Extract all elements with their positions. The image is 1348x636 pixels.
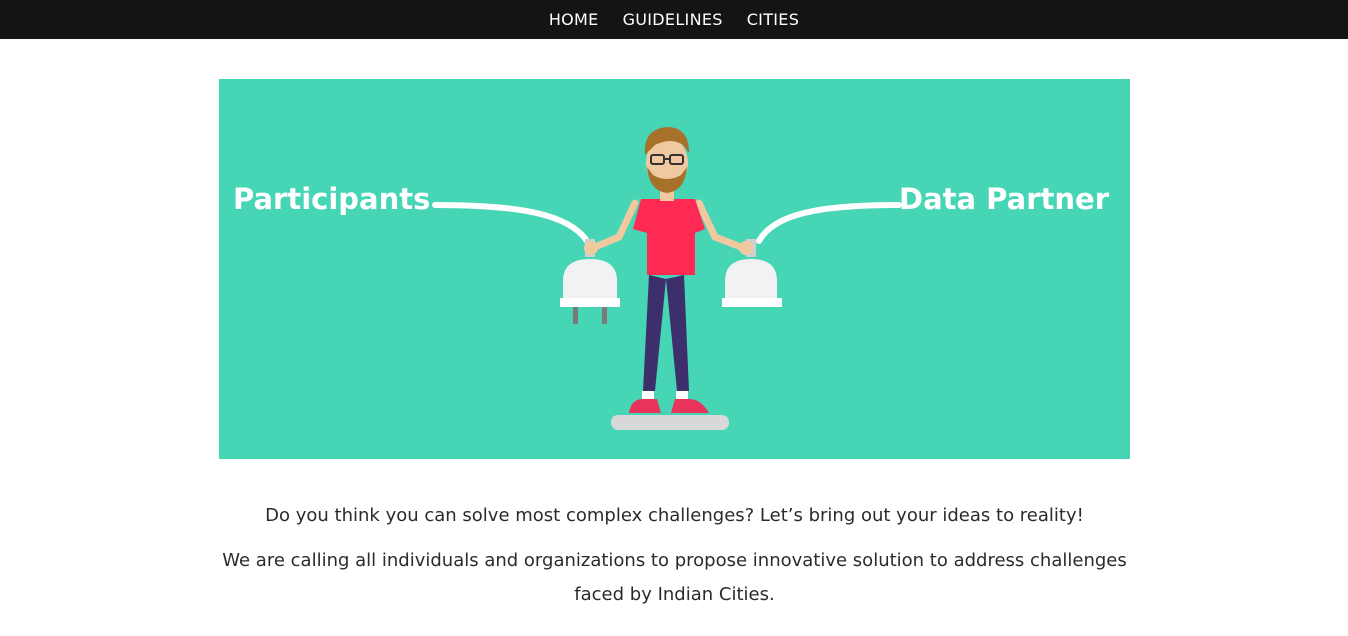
- left-cable: [432, 202, 590, 244]
- hero-banner: Participants Data Partner: [219, 79, 1130, 459]
- intro-section: Do you think you can solve most complex …: [219, 498, 1130, 622]
- data-partner-label: Data Partner: [899, 182, 1109, 216]
- nav-item-home[interactable]: HOME: [549, 10, 599, 29]
- top-navigation: HOME GUIDELINES CITIES: [0, 0, 1348, 39]
- right-cable: [756, 202, 902, 244]
- intro-challenge-text: Do you think you can solve most complex …: [265, 505, 1084, 526]
- hero-illustration: [432, 127, 902, 430]
- nav-item-guidelines[interactable]: GUIDELINES: [623, 10, 723, 29]
- nav-item-cities[interactable]: CITIES: [747, 10, 799, 29]
- intro-call-text: We are calling all individuals and organ…: [222, 550, 1127, 605]
- participants-label: Participants: [233, 182, 431, 216]
